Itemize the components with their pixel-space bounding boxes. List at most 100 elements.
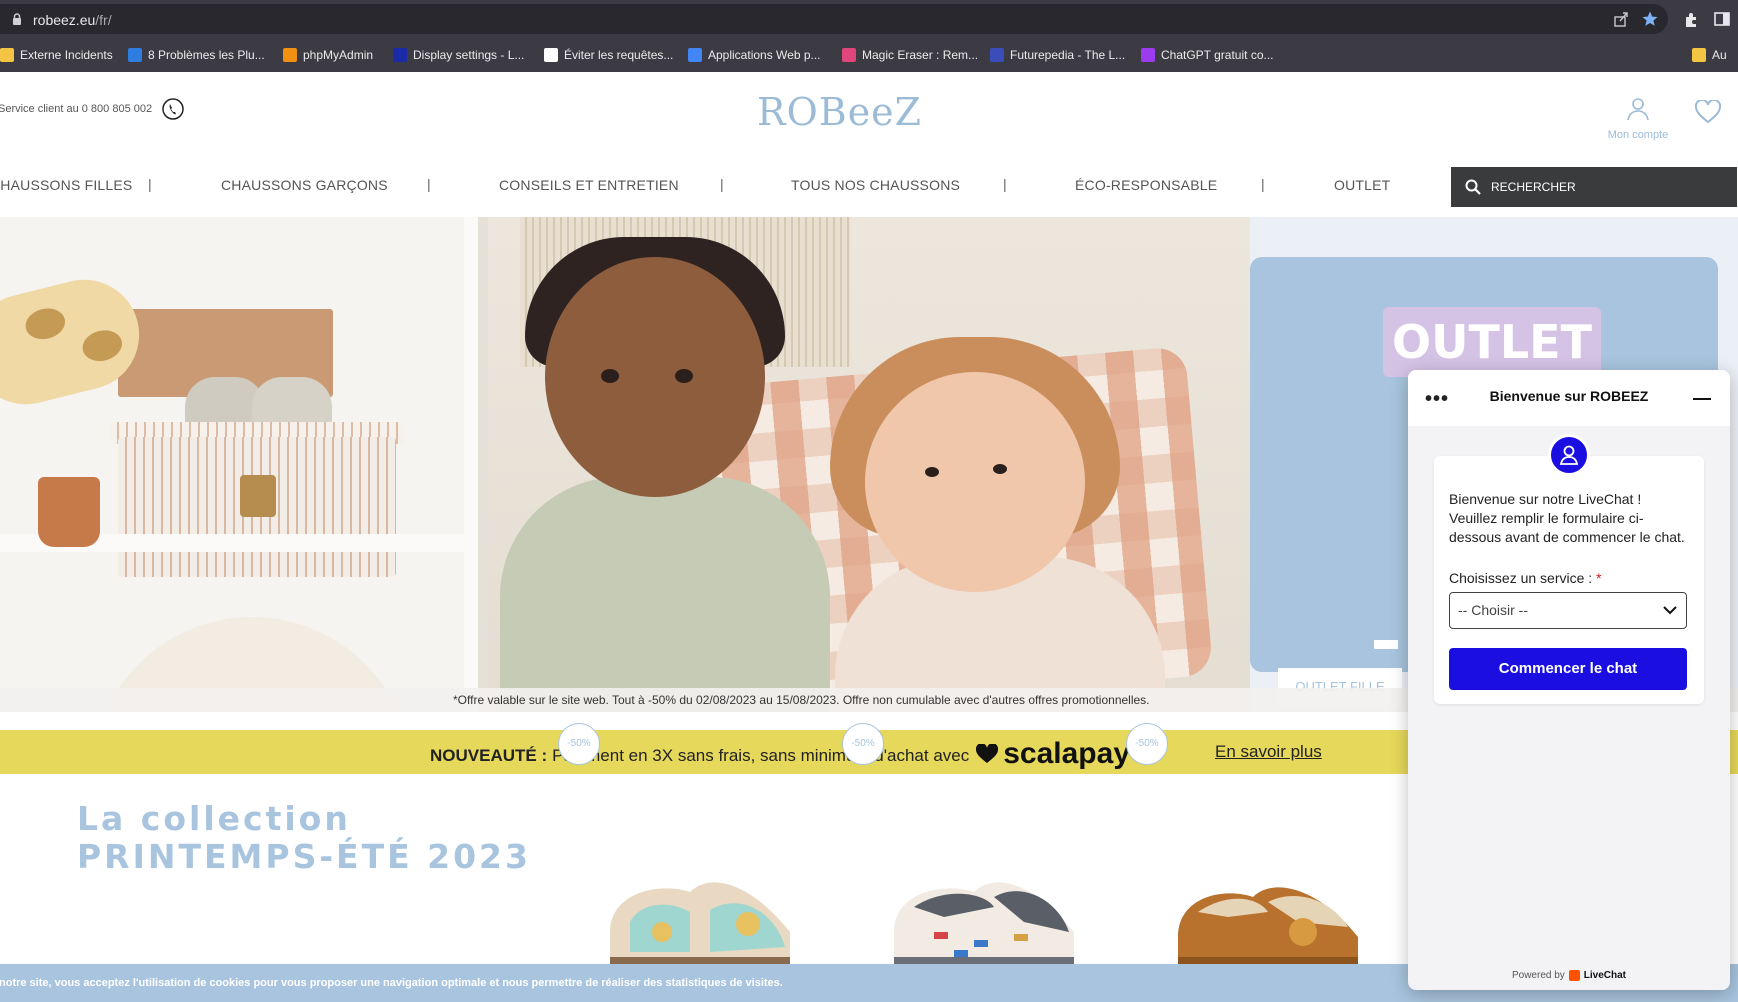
- discount-badge: -50%: [842, 723, 884, 765]
- en-savoir-plus-link[interactable]: En savoir plus: [1215, 742, 1322, 762]
- account-link[interactable]: Mon compte: [1603, 96, 1673, 141]
- chat-title: Bienvenue sur ROBEEZ: [1489, 388, 1649, 404]
- offer-note: *Offre valable sur le site web. Tout à -…: [453, 693, 1150, 707]
- nav-outlet[interactable]: OUTLET: [1334, 177, 1390, 193]
- eye: [675, 369, 693, 383]
- eraser-icon: [842, 48, 856, 62]
- address-bar[interactable]: robeez.eu/fr/: [0, 4, 1668, 34]
- bookmark-label: phpMyAdmin: [303, 48, 374, 62]
- bookmark-item[interactable]: phpMyAdmin: [283, 46, 373, 64]
- bookmark-item[interactable]: Magic Eraser : Rem...: [842, 46, 978, 64]
- share-icon[interactable]: [1612, 10, 1630, 28]
- nav-tous-nos-chaussons[interactable]: TOUS NOS CHAUSSONS: [791, 177, 960, 193]
- star-icon[interactable]: [1641, 10, 1659, 28]
- nav-separator: |: [427, 176, 431, 192]
- collection-line2: PRINTEMPS-ÉTÉ 2023: [77, 837, 531, 876]
- phone-icon[interactable]: [162, 98, 184, 120]
- nav-separator: |: [720, 176, 724, 192]
- l-icon: [393, 48, 407, 62]
- giraffe-spot: [22, 304, 69, 344]
- customer-service: Service client au 0 800 805 002: [0, 98, 184, 120]
- toddler-1: [500, 477, 830, 712]
- robeez-page: Service client au 0 800 805 002 ROBeeZ M…: [0, 72, 1738, 1002]
- outlet-dash: [1374, 640, 1398, 649]
- toddler-2-face: [865, 372, 1085, 592]
- service-select[interactable]: -- Choisir --: [1449, 592, 1687, 629]
- url-text: robeez.eu/fr/: [33, 12, 112, 28]
- discount-badge: -50%: [558, 723, 600, 765]
- scalapay-logo: scalapay: [975, 739, 1130, 769]
- nav-separator: |: [148, 176, 152, 192]
- collection-heading: La collection PRINTEMPS-ÉTÉ 2023: [77, 800, 531, 876]
- bookmark-label: Display settings - L...: [413, 48, 525, 62]
- folder-icon: [0, 48, 14, 62]
- product-giraffe-slipper[interactable]: [600, 862, 800, 966]
- scalapay-brand: scalapay: [1003, 737, 1131, 770]
- cookie-text: notre site, vous acceptez l'utilisation …: [0, 977, 783, 989]
- bookmark-item[interactable]: ChatGPT gratuit co...: [1141, 46, 1274, 64]
- bookmark-item[interactable]: Externe Incidents: [0, 46, 113, 64]
- discount-badge: -50%: [1126, 723, 1168, 765]
- toddler-1-face: [545, 257, 765, 497]
- nav-conseils-entretien[interactable]: CONSEILS ET ENTRETIEN: [499, 177, 679, 193]
- lock-icon: [13, 13, 21, 25]
- heart-icon[interactable]: [1695, 100, 1721, 124]
- user-icon: [1627, 98, 1649, 121]
- bookmark-item[interactable]: Futurepedia - The L...: [990, 46, 1125, 64]
- sidepanel-icon[interactable]: [1713, 10, 1731, 28]
- outlet-title: OUTLET: [1383, 307, 1601, 377]
- bookmark-label: Applications Web p...: [708, 48, 821, 62]
- bookmark-label: Futurepedia - The L...: [1010, 48, 1126, 62]
- sql-icon: [544, 48, 558, 62]
- robeez-logo[interactable]: ROBeeZ: [757, 90, 922, 134]
- cup: [38, 477, 100, 547]
- livechat-widget: ••• Bienvenue sur ROBEEZ Bienvenue sur n…: [1408, 370, 1730, 990]
- nav-separator: |: [1261, 176, 1265, 192]
- collection-line1: La collection: [77, 799, 351, 838]
- product-tiger-slipper[interactable]: [1168, 862, 1368, 966]
- search-button[interactable]: RECHERCHER: [1451, 167, 1737, 207]
- suitcase-clasp: [240, 475, 276, 517]
- chat-powered-by[interactable]: Powered by LiveChat: [1408, 970, 1730, 981]
- search-label: RECHERCHER: [1491, 180, 1576, 194]
- nav-separator: |: [1003, 176, 1007, 192]
- eye: [993, 464, 1007, 474]
- hero-shelf-scene: [0, 217, 488, 712]
- bookmark-label: Éviter les requêtes...: [564, 48, 674, 62]
- eye: [601, 369, 619, 383]
- nav-chaussons-garcons[interactable]: CHAUSSONS GARÇONS: [221, 177, 388, 193]
- user-icon: [1559, 445, 1579, 465]
- search-icon: [1465, 179, 1481, 195]
- f-icon: [990, 48, 1004, 62]
- bookmarks-bar: Externe Incidents 8 Problèmes les Plu... p…: [0, 38, 1738, 72]
- service-select-value: -- Choisir --: [1458, 602, 1528, 618]
- account-label: Mon compte: [1607, 129, 1669, 141]
- giraffe-spot: [79, 326, 126, 366]
- browser-toolbar: robeez.eu/fr/: [0, 0, 1738, 38]
- nav-chaussons-filles[interactable]: CHAUSSONS FILLES: [0, 177, 132, 193]
- minimize-icon[interactable]: [1693, 398, 1711, 400]
- c-icon: [128, 48, 142, 62]
- promo-text: NOUVEAUTÉ : Paiement en 3X sans frais, s…: [430, 739, 1130, 771]
- bookmark-item[interactable]: Display settings - L...: [393, 46, 524, 64]
- bookmark-item[interactable]: Au: [1692, 46, 1727, 64]
- bookmark-label: ChatGPT gratuit co...: [1161, 48, 1274, 62]
- bookmark-label: Au: [1712, 48, 1727, 62]
- nav-eco-responsable[interactable]: ÉCO-RESPONSABLE: [1075, 177, 1217, 193]
- bookmark-item[interactable]: 8 Problèmes les Plu...: [128, 46, 265, 64]
- product-cars-slipper[interactable]: [884, 862, 1084, 966]
- extensions-icon[interactable]: [1683, 10, 1701, 28]
- start-chat-button[interactable]: Commencer le chat: [1449, 648, 1687, 690]
- scalapay-heart-icon: [976, 744, 999, 763]
- bookmark-item[interactable]: Applications Web p...: [688, 46, 821, 64]
- folder-icon: [1692, 48, 1706, 62]
- livechat-icon: [1568, 970, 1580, 981]
- agent-avatar: [1548, 434, 1590, 476]
- bookmark-item[interactable]: Éviter les requêtes...: [544, 46, 673, 64]
- chat-welcome-message: Bienvenue sur notre LiveChat ! Veuillez …: [1449, 491, 1685, 545]
- promo-message: Paiement en 3X sans frais, sans minimum …: [552, 746, 970, 765]
- service-label: Choisissez un service : *: [1449, 570, 1602, 586]
- promo-bold: NOUVEAUTÉ :: [430, 746, 548, 765]
- apps-icon: [688, 48, 702, 62]
- service-text: Service client au 0 800 805 002: [0, 103, 153, 115]
